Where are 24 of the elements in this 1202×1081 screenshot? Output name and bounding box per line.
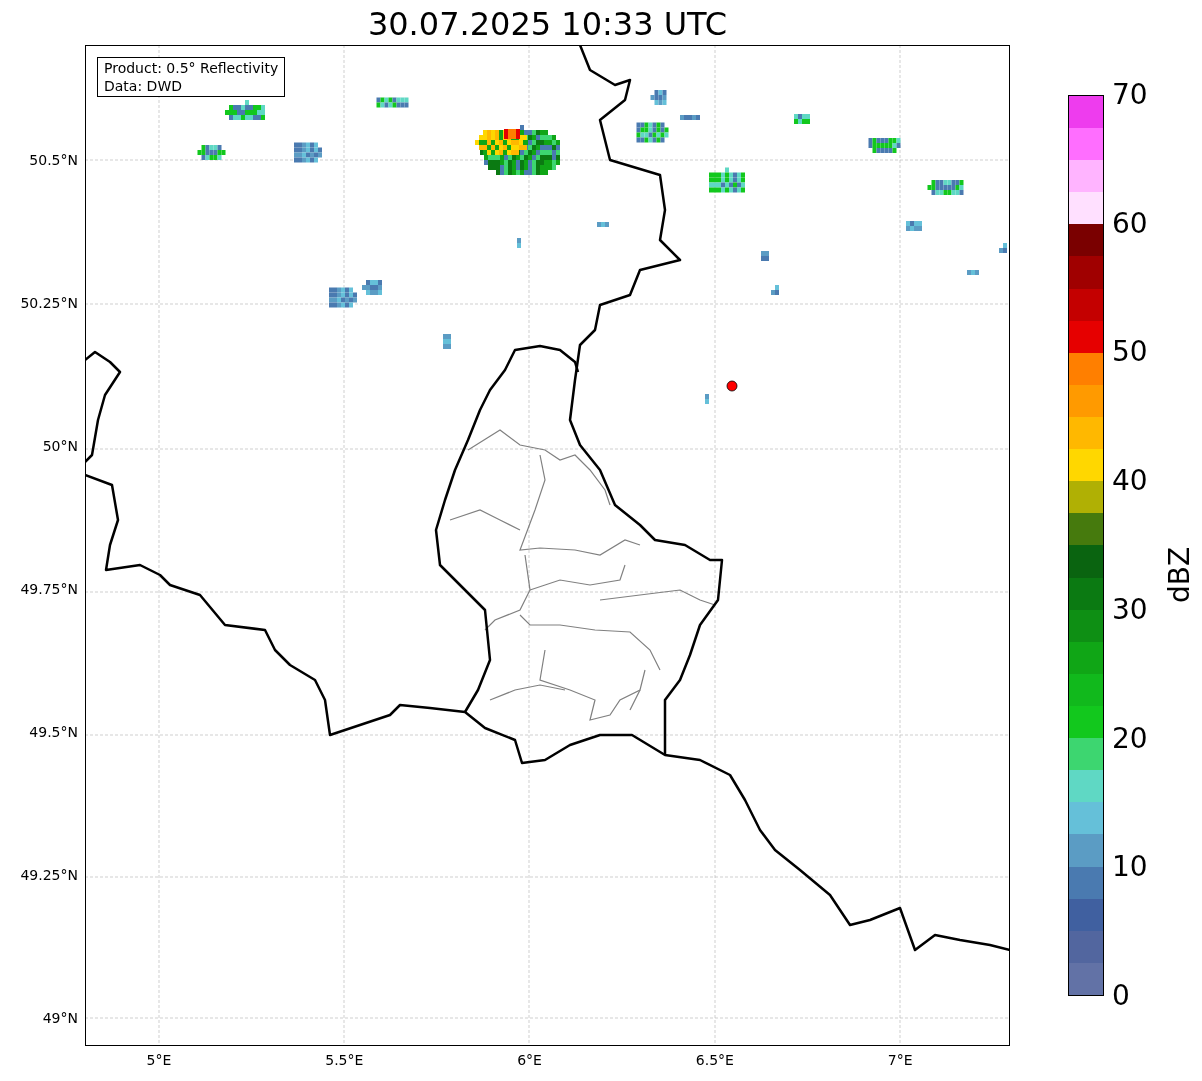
latitude-label: 49.25°N <box>20 867 78 883</box>
latitude-label: 49.75°N <box>20 581 78 597</box>
longitude-label: 6.5°E <box>694 1052 735 1068</box>
colorbar-tick-label: 70 <box>1112 80 1148 110</box>
info-text: Product: 0.5° Reflectivity <box>104 59 279 77</box>
longitude-label: 5°E <box>145 1052 173 1068</box>
colorbar-tick-label: 60 <box>1112 208 1148 239</box>
colorbar-tick-label: 0 <box>1112 981 1130 1011</box>
info-text: Data: DWD <box>104 77 183 95</box>
longitude-label: 5.5°E <box>324 1052 365 1068</box>
colorbar-label: dBZ <box>1162 545 1197 606</box>
latitude-label: 50.25°N <box>20 295 78 311</box>
latitude-label: 49.5°N <box>29 724 78 740</box>
longitude-label: 7°E <box>886 1052 914 1068</box>
colorbar-tick-label: 20 <box>1112 723 1148 754</box>
longitude-label: 6°E <box>516 1052 543 1068</box>
chart-title: 30.07.2025 10:33 UTC <box>366 4 729 44</box>
colorbar-tick-label: 50 <box>1112 337 1148 368</box>
latitude-label: 50.5°N <box>29 152 78 168</box>
colorbar-tick-label: 40 <box>1112 466 1148 497</box>
latitude-label: 50°N <box>42 438 78 454</box>
colorbar-tick-label: 30 <box>1112 594 1148 625</box>
latitude-label: 49°N <box>42 1010 78 1026</box>
colorbar-tick-label: 10 <box>1112 852 1148 883</box>
